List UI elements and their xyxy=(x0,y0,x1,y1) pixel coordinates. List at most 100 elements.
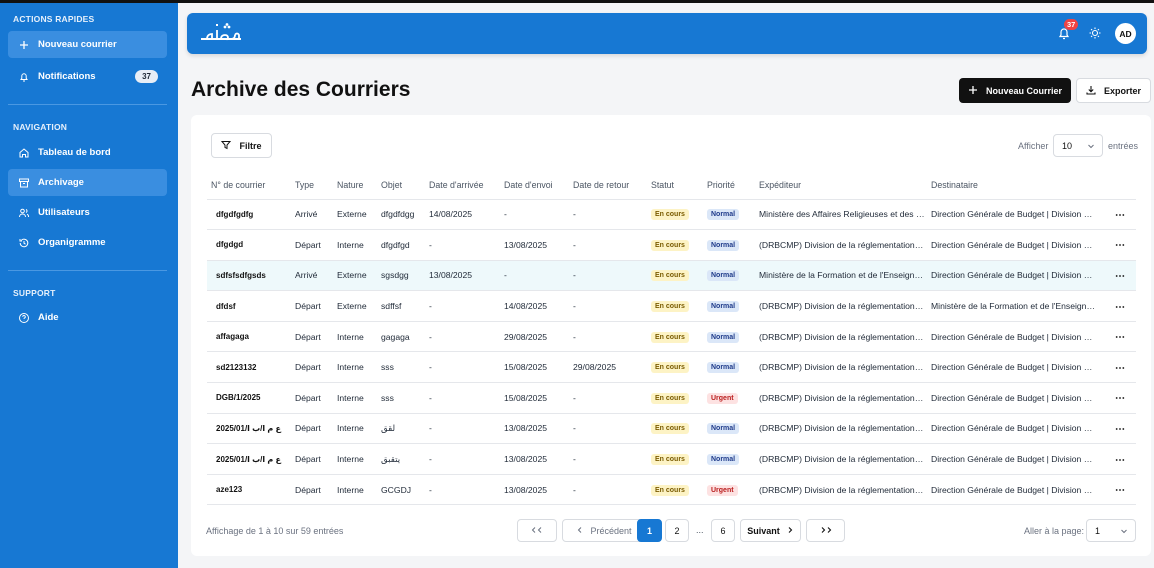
column-header[interactable]: Destinataire xyxy=(931,171,1103,200)
next-label: Suivant xyxy=(747,525,780,536)
cell-type: Départ xyxy=(295,290,337,322)
cell-expediteur: (DRBCMP) Division de la réglementation b… xyxy=(759,474,931,506)
table-row[interactable]: dfgdgd Départ Interne dfgdfgd -13/08/2025- En… xyxy=(207,229,1136,261)
priority-badge: Normal xyxy=(707,454,740,466)
new-courrier-button[interactable]: Nouveau Courrier xyxy=(959,78,1071,103)
previous-label: Précédent xyxy=(590,525,632,536)
row-actions-button[interactable] xyxy=(1103,443,1136,475)
cell-nature: Interne xyxy=(337,443,381,475)
pagination-summary: Affichage de 1 à 10 sur 59 entrées xyxy=(206,526,344,536)
courriers-table: N° de courrier Type Nature Objet Date d'… xyxy=(207,171,1136,506)
cell-statut: En cours xyxy=(651,413,707,445)
column-header[interactable]: Objet xyxy=(381,171,429,200)
cell-statut: En cours xyxy=(651,382,707,414)
status-badge: En cours xyxy=(651,270,689,282)
app-logo[interactable] xyxy=(199,22,243,46)
cell-type: Départ xyxy=(295,351,337,384)
table-row[interactable]: sdfsfsdfgsds Arrivé Externe sgsdgg 13/08/202… xyxy=(207,260,1136,292)
archive-card: Filtre Afficher 10 entrées N° de courrie… xyxy=(191,115,1151,556)
cell-expediteur: (DRBCMP) Division de la réglementation b… xyxy=(759,290,931,322)
sidebar-item-org-chart[interactable]: Organigramme xyxy=(8,229,167,256)
cell-envoi: 13/08/2025 xyxy=(504,229,573,261)
more-horizontal-icon xyxy=(1115,213,1124,216)
row-actions-button[interactable] xyxy=(1103,351,1136,384)
download-icon xyxy=(1086,85,1096,97)
table-row[interactable]: affagaga Départ Interne gagaga -29/08/2025- E… xyxy=(207,321,1136,353)
cell-arrivee: 14/08/2025 xyxy=(429,199,504,231)
column-header[interactable]: N° de courrier xyxy=(207,171,295,200)
cell-arrivee: - xyxy=(429,290,504,322)
cell-statut: En cours xyxy=(651,321,707,353)
sidebar-item-notifications[interactable]: Notifications 37 xyxy=(8,63,167,90)
sidebar-item-dashboard[interactable]: Tableau de bord xyxy=(8,139,167,166)
table-row[interactable]: aze123 Départ Interne GCGDJ -13/08/2025- En c… xyxy=(207,474,1136,506)
first-page-button[interactable] xyxy=(517,519,557,542)
cell-objet: dfgdfdgg xyxy=(381,199,429,231)
goto-page-value: 1 xyxy=(1095,525,1101,536)
user-avatar[interactable]: AD xyxy=(1115,23,1136,44)
previous-page-button[interactable]: Précédent xyxy=(562,519,646,542)
sidebar-item-help[interactable]: Aide xyxy=(8,304,167,331)
logo-graphic xyxy=(201,23,241,41)
row-actions-button[interactable] xyxy=(1103,260,1136,292)
column-header[interactable]: Date d'envoi xyxy=(504,171,573,200)
page-button-1[interactable]: 1 xyxy=(637,519,662,542)
page-size-select[interactable]: 10 xyxy=(1053,134,1103,157)
new-mail-button[interactable]: Nouveau courrier xyxy=(8,31,167,58)
column-header[interactable]: Nature xyxy=(337,171,381,200)
cell-priorite: Normal xyxy=(707,290,759,322)
column-header[interactable]: Date d'arrivée xyxy=(429,171,504,200)
status-badge: En cours xyxy=(651,239,689,251)
row-actions-button[interactable] xyxy=(1103,199,1136,231)
sidebar-item-label: Tableau de bord xyxy=(38,147,111,158)
sidebar-item-label: Archivage xyxy=(38,177,84,188)
table-row[interactable]: dfgdfgdfg Arrivé Externe dfgdfdgg 14/08/2025… xyxy=(207,199,1136,231)
table-row[interactable]: 2025/ع م ا/ب ا/01 Départ Interne يتقبق -13/0… xyxy=(207,443,1136,475)
sidebar-item-archive[interactable]: Archivage xyxy=(8,169,167,196)
table-row[interactable]: DGB/1/2025 Départ Interne sss -15/08/2025- En… xyxy=(207,382,1136,414)
more-horizontal-icon xyxy=(1115,305,1124,308)
table-row[interactable]: 2025/ع م ا/ب ا/01 Départ Interne لقق -13/08/… xyxy=(207,413,1136,445)
column-header[interactable]: Priorité xyxy=(707,171,759,200)
row-actions-button[interactable] xyxy=(1103,474,1136,506)
filter-button[interactable]: Filtre xyxy=(211,133,272,158)
priority-badge: Normal xyxy=(707,331,740,343)
column-header[interactable]: Type xyxy=(295,171,337,200)
cell-objet: sss xyxy=(381,351,429,384)
column-header[interactable]: Date de retour xyxy=(573,171,651,200)
row-actions-button[interactable] xyxy=(1103,413,1136,445)
cell-envoi: 13/08/2025 xyxy=(504,443,573,475)
notifications-label: Notifications xyxy=(38,71,96,82)
home-icon xyxy=(18,147,30,159)
export-button[interactable]: Exporter xyxy=(1076,78,1151,103)
cell-num: sdfsfsdfgsds xyxy=(207,260,295,292)
cell-type: Départ xyxy=(295,229,337,261)
row-actions-button[interactable] xyxy=(1103,382,1136,414)
quick-actions-title: ACTIONS RAPIDES xyxy=(13,14,95,24)
next-page-button[interactable]: Suivant xyxy=(740,519,801,542)
table-row[interactable]: dfdsf Départ Externe sdffsf -14/08/2025- En c… xyxy=(207,290,1136,322)
theme-toggle-button[interactable] xyxy=(1087,25,1103,41)
row-actions-button[interactable] xyxy=(1103,229,1136,261)
page-button-2[interactable]: 2 xyxy=(665,519,689,542)
cell-priorite: Normal xyxy=(707,260,759,292)
cell-expediteur: (DRBCMP) Division de la réglementation b… xyxy=(759,382,931,414)
cell-destinataire: Direction Générale de Budget | Division … xyxy=(931,443,1103,475)
column-header[interactable]: Statut xyxy=(651,171,707,200)
table-row[interactable]: sd2123132 Départ Interne sss -15/08/2025 29/0… xyxy=(207,351,1136,384)
goto-page-select[interactable]: 1 xyxy=(1086,519,1136,542)
chevron-down-icon xyxy=(1120,527,1128,537)
cell-priorite: Normal xyxy=(707,199,759,231)
cell-statut: En cours xyxy=(651,229,707,261)
cell-expediteur: (DRBCMP) Division de la réglementation b… xyxy=(759,229,931,261)
column-header[interactable]: Expéditeur xyxy=(759,171,931,200)
cell-objet: GCGDJ xyxy=(381,474,429,506)
sidebar-item-users[interactable]: Utilisateurs xyxy=(8,199,167,226)
last-page-button[interactable] xyxy=(806,519,845,542)
row-actions-button[interactable] xyxy=(1103,321,1136,353)
cell-type: Départ xyxy=(295,382,337,414)
page-button-6[interactable]: 6 xyxy=(711,519,735,542)
page-title: Archive des Courriers xyxy=(191,78,411,101)
row-actions-button[interactable] xyxy=(1103,290,1136,322)
cell-nature: Interne xyxy=(337,321,381,353)
